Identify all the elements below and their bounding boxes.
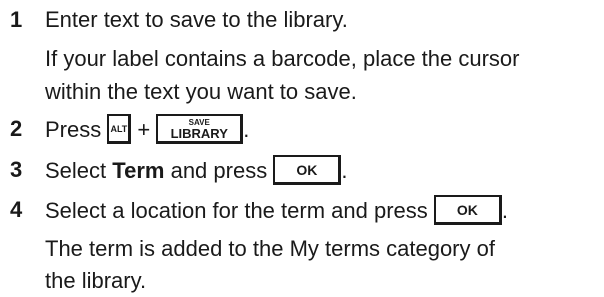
- instructions-document: 1 Enter text to save to the library. If …: [0, 0, 604, 297]
- step-1-number: 1: [10, 7, 23, 32]
- step-1-text: Enter text to save to the library.: [45, 7, 348, 32]
- step-3-prefix: Select: [45, 157, 107, 183]
- step-4-line: Select a location for the term and press…: [45, 195, 509, 227]
- step-4-text: Select a location for the term and press: [45, 197, 428, 223]
- step-3-line: Select Term and press OK.: [45, 155, 348, 187]
- step-2-number: 2: [10, 116, 23, 141]
- step-4-note-line-2: the library.: [45, 268, 147, 293]
- step-3-suffix: .: [341, 157, 348, 183]
- step-4-note-line-1: The term is added to the My terms catego…: [45, 236, 495, 261]
- step-2-prefix: Press: [45, 116, 102, 142]
- step-2-line: Press ALT + SAVE LIBRARY.: [45, 114, 250, 146]
- ok-key: OK: [273, 155, 342, 185]
- step-1-note-line-1: If your label contains a barcode, place …: [45, 46, 520, 71]
- step-1-note-line-2: within the text you want to save.: [45, 79, 357, 104]
- step-4-number: 4: [10, 197, 23, 222]
- save-library-key: SAVE LIBRARY: [156, 114, 244, 144]
- alt-key: ALT: [107, 114, 132, 144]
- step-3-middle: and press: [170, 157, 268, 183]
- step-2-suffix: .: [243, 116, 250, 142]
- save-library-key-bottom: LIBRARY: [170, 126, 228, 141]
- ok-key: OK: [433, 195, 502, 225]
- plus-sign: +: [137, 116, 151, 142]
- step-3-bold-term: Term: [112, 157, 165, 183]
- step-3-number: 3: [10, 157, 23, 182]
- step-4-suffix: .: [501, 197, 509, 223]
